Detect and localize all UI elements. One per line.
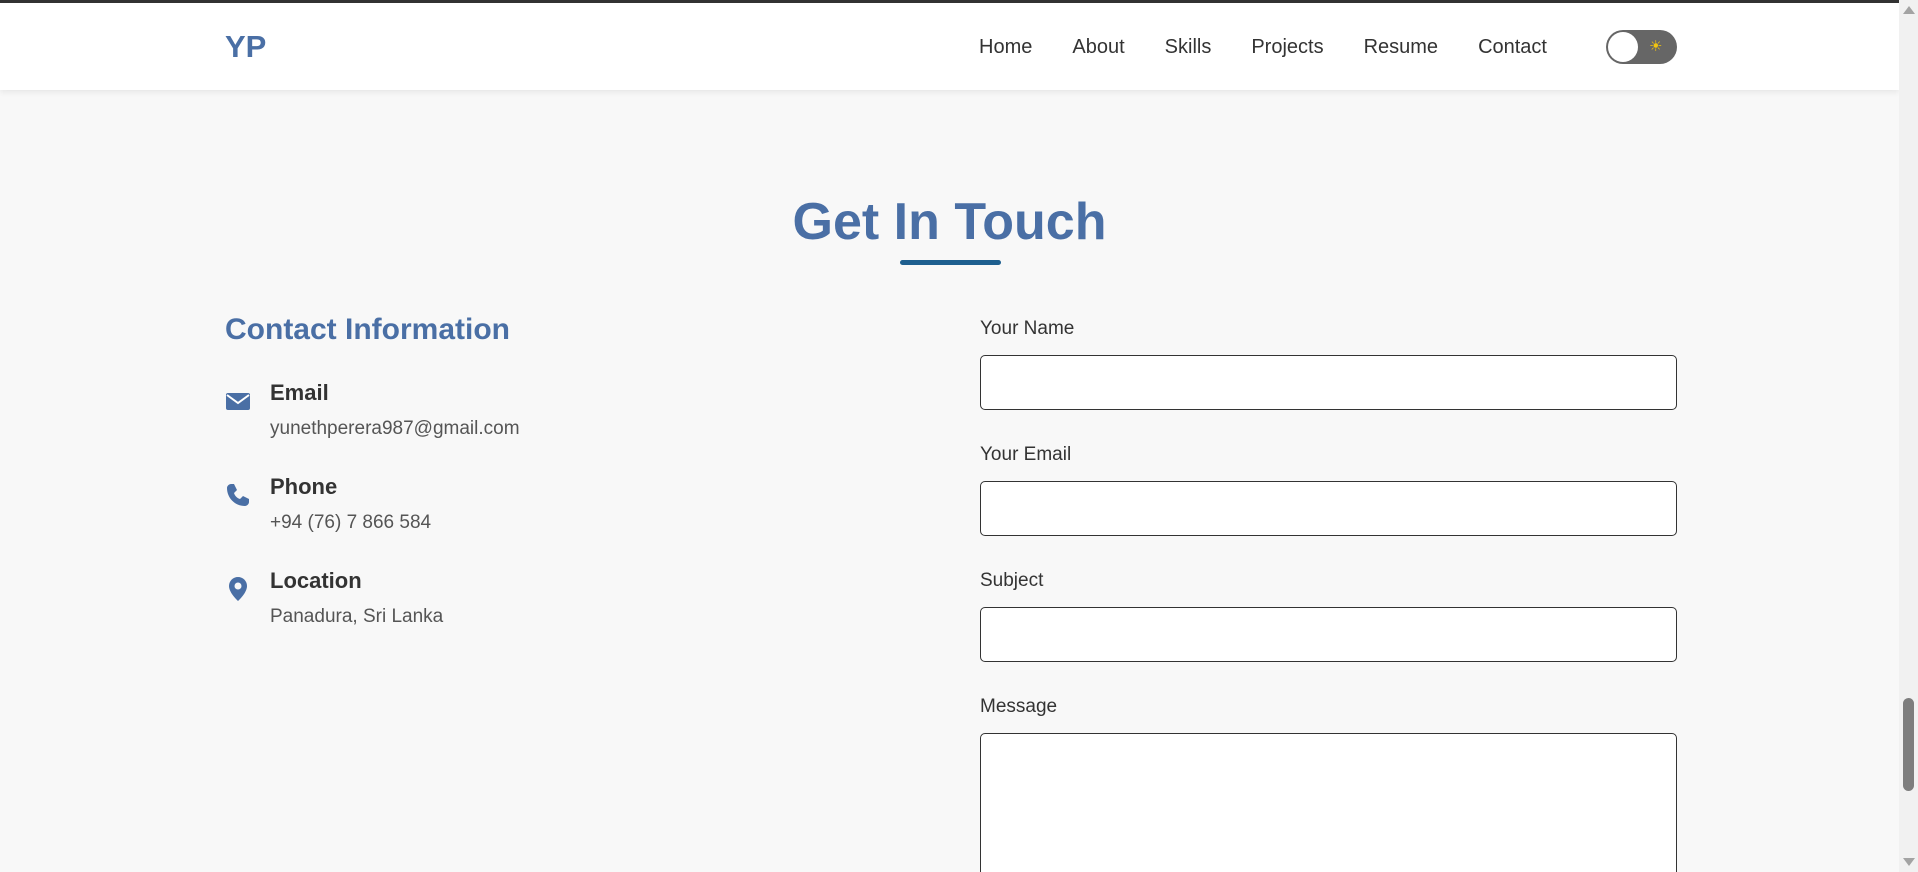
logo[interactable]: YP	[225, 29, 266, 65]
scrollbar-thumb[interactable]	[1903, 698, 1914, 791]
message-field[interactable]	[980, 733, 1677, 872]
name-label: Your Name	[980, 318, 1075, 339]
nav-link-contact[interactable]: Contact	[1478, 36, 1547, 59]
contact-item-value: +94 (76) 7 866 584	[270, 512, 432, 533]
contact-item-value: Panadura, Sri Lanka	[270, 606, 444, 627]
nav-link-about[interactable]: About	[1072, 36, 1124, 59]
subject-field[interactable]	[980, 607, 1677, 662]
toggle-knob	[1608, 32, 1638, 62]
email-field[interactable]	[980, 481, 1677, 536]
title-underline	[900, 260, 1001, 265]
envelope-icon	[225, 388, 251, 414]
navbar: YP Home About Skills Projects Resume Con…	[0, 3, 1899, 90]
contact-item-title: Phone	[270, 474, 338, 499]
scroll-down-arrow-icon[interactable]	[1903, 858, 1915, 866]
nav-link-resume[interactable]: Resume	[1364, 36, 1438, 59]
phone-icon	[225, 482, 251, 508]
location-pin-icon	[225, 576, 251, 602]
email-label: Your Email	[980, 444, 1072, 465]
contact-item-value: yunethperera987@gmail.com	[270, 418, 520, 439]
nav-link-skills[interactable]: Skills	[1165, 36, 1212, 59]
nav-link-home[interactable]: Home	[979, 36, 1032, 59]
theme-toggle[interactable]: ☀	[1606, 30, 1677, 64]
sun-icon: ☀	[1649, 38, 1663, 55]
nav-link-projects[interactable]: Projects	[1251, 36, 1323, 59]
message-label: Message	[980, 696, 1058, 717]
contact-item-title: Location	[270, 568, 362, 593]
contact-item-title: Email	[270, 380, 329, 405]
scroll-up-arrow-icon[interactable]	[1903, 6, 1915, 14]
section-title: Get In Touch	[792, 193, 1107, 251]
contact-info-heading: Contact Information	[225, 313, 510, 346]
nav-links: Home About Skills Projects Resume Contac…	[939, 36, 1547, 59]
subject-label: Subject	[980, 570, 1044, 591]
scrollbar[interactable]	[1899, 0, 1918, 872]
name-field[interactable]	[980, 355, 1677, 410]
